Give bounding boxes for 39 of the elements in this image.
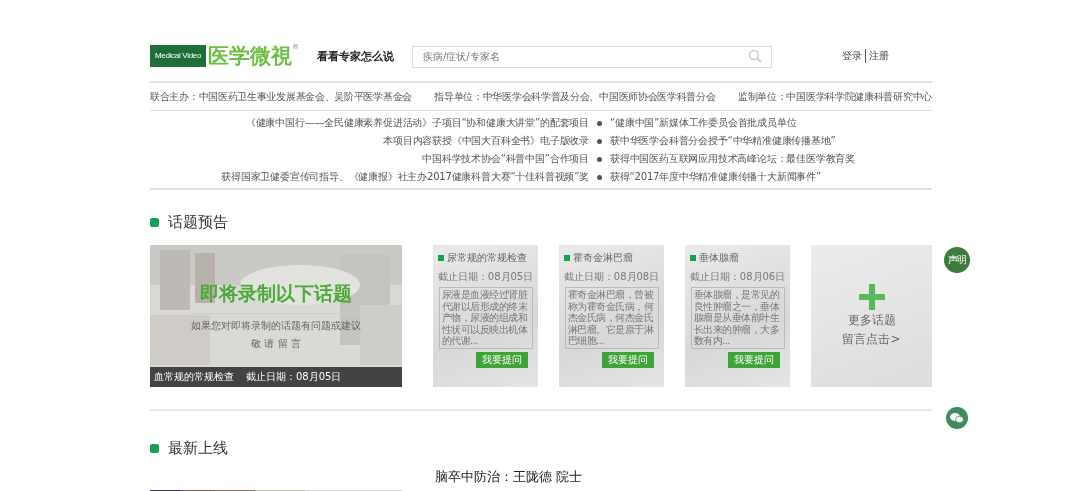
auth-link[interactable]: 注册 — [865, 49, 892, 63]
topic-description: 尿液是血液经过肾脏代谢以后形成的终末产物，尿液的组成和性状可以反映出机体的代谢... — [438, 287, 533, 349]
video-title[interactable]: 脑卒中防治：王陇德 院士 — [435, 468, 583, 486]
sponsor-text: 指导单位：中华医学会科学普及分会、中国医师协会医学科普分会 — [434, 90, 716, 104]
honor-text: “健康中国”新媒体工作委员会首批成员单位 — [610, 116, 798, 130]
caption-date: 截止日期：08月05日 — [246, 370, 342, 384]
auth-link[interactable]: 登录 — [839, 49, 865, 63]
caption-title: 血常规的常规检查 — [154, 370, 234, 384]
topic-title: 尿常规的常规检查 — [447, 251, 527, 265]
featured-heading: 即将录制以下话题 — [200, 281, 352, 306]
featured-topic-card[interactable]: 即将录制以下话题 如果您对即将录制的话题有问题或建议 敬 请 留 言 血常规的常规检查 截止日期：08月05日 — [150, 245, 402, 387]
topic-description: 霍奇金淋巴瘤，曾被称为霍奇金氏病，何杰金氏病，何杰金氏淋巴瘤。它是原于淋巴细胞... — [564, 287, 659, 349]
deadline-text: 截止日期：08月06日 — [689, 270, 786, 284]
more-topics-card[interactable]: 更多话题 留言点击> — [811, 245, 932, 387]
sponsor-text: 监制单位：中国医学科学院健康科普研究中心 — [737, 90, 932, 104]
featured-invite: 敬 请 留 言 — [251, 337, 301, 351]
honor-text: 获得国家卫健委宣传司指导、《健康报》社主办2017健康科普大赛“十佳科普视频”奖 — [220, 170, 589, 184]
search-field[interactable]: 疾病/症状/专家名 — [412, 45, 772, 68]
slogan: 看看专家怎么说 — [317, 48, 394, 64]
featured-subtitle: 如果您对即将录制的话题有问题或建议 — [191, 313, 361, 333]
sponsor-text: 联合主办：中国医药卫生事业发展基金会、吴阶平医学基金会 — [150, 90, 412, 104]
honor-text: 获得中国医药互联网应用技术高峰论坛：最佳医学教育奖 — [610, 152, 856, 166]
honor-text: 获得“2017年度中华精准健康传播十大新闻事件” — [610, 170, 822, 184]
more-topics-text: 留言点击> — [842, 331, 901, 348]
honor-text: 获中华医学会科普分会授予“中华精准健康传播基地” — [610, 134, 837, 148]
ask-button[interactable]: 我要提问 — [476, 351, 528, 368]
honor-text: 《健康中国行——全民健康素养促进活动》子项目“协和健康大讲堂”的配套项目 — [244, 116, 589, 130]
section-title: 话题预告 — [168, 213, 228, 232]
honor-text: 中国科学技术协会“科普中国”合作项目 — [421, 152, 589, 166]
deadline-text: 截止日期：08月05日 — [437, 270, 534, 284]
topic-title: 垂体腺瘤 — [699, 251, 739, 265]
topic-title: 霍奇金淋巴瘤 — [573, 251, 633, 265]
section-title: 最新上线 — [168, 439, 228, 458]
deadline-text: 截止日期：08月08日 — [563, 270, 660, 284]
honor-text: 本项目内容获授《中国大百科全书》电子版收录 — [382, 134, 589, 148]
ask-button[interactable]: 我要提问 — [602, 351, 654, 368]
more-topics-text: 更多话题 — [847, 312, 896, 329]
ask-button[interactable]: 我要提问 — [728, 351, 780, 368]
statement-button[interactable]: 声明 — [944, 247, 970, 273]
